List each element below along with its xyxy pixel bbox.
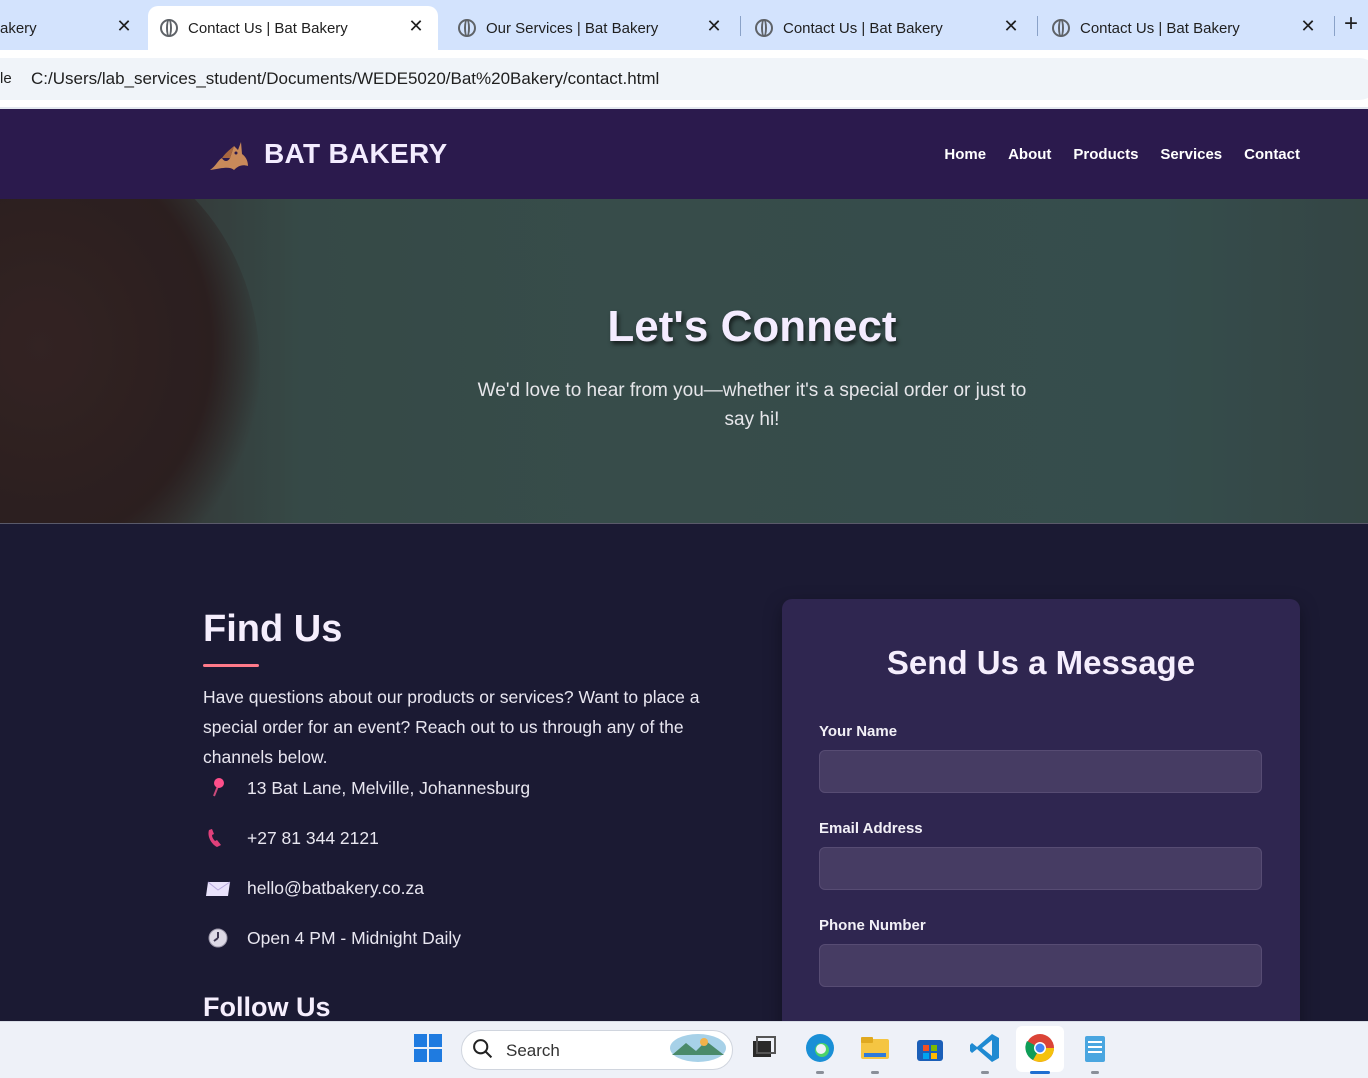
find-us-intro: Have questions about our products or ser… bbox=[203, 687, 700, 767]
follow-us-heading: Follow Us bbox=[203, 992, 331, 1022]
search-icon bbox=[473, 1039, 493, 1059]
clock-icon bbox=[208, 928, 228, 948]
close-icon[interactable]: ✕ bbox=[406, 16, 426, 37]
hero-overlay bbox=[0, 199, 1368, 524]
browser-tab[interactable]: akery ✕ bbox=[0, 6, 146, 50]
bat-icon[interactable] bbox=[208, 136, 250, 174]
new-tab-button[interactable]: + bbox=[1344, 10, 1368, 38]
running-indicator-active bbox=[1030, 1071, 1050, 1074]
close-icon[interactable]: ✕ bbox=[1298, 16, 1318, 37]
contact-email[interactable]: hello@batbakery.co.za bbox=[203, 876, 424, 900]
nav-contact[interactable]: Contact bbox=[1244, 146, 1300, 163]
heading-underline bbox=[203, 664, 259, 667]
tab-title: Contact Us | Bat Bakery bbox=[783, 19, 943, 37]
search-highlight-icon bbox=[670, 1034, 726, 1062]
name-label: Your Name bbox=[819, 723, 898, 740]
find-us-heading: Find Us bbox=[203, 608, 343, 650]
globe-icon bbox=[160, 19, 178, 37]
task-view-icon[interactable] bbox=[747, 1031, 781, 1065]
brand-name[interactable]: BAT BAKERY bbox=[264, 138, 447, 170]
phone-label: Phone Number bbox=[819, 917, 926, 934]
browser-tab[interactable]: Contact Us | Bat Bakery ✕ bbox=[743, 6, 1033, 50]
windows-start-icon[interactable] bbox=[411, 1031, 445, 1065]
tab-title: Contact Us | Bat Bakery bbox=[1080, 19, 1240, 37]
email-field[interactable] bbox=[819, 847, 1262, 890]
contact-phone-text[interactable]: +27 81 344 2121 bbox=[247, 828, 379, 849]
file-explorer-icon[interactable] bbox=[858, 1031, 892, 1065]
globe-icon bbox=[755, 19, 773, 37]
nav-home[interactable]: Home bbox=[944, 146, 986, 163]
globe-icon bbox=[458, 19, 476, 37]
store-icon[interactable] bbox=[913, 1031, 947, 1065]
globe-icon bbox=[1052, 19, 1070, 37]
running-indicator bbox=[871, 1071, 879, 1074]
tab-title: akery bbox=[0, 19, 37, 37]
close-icon[interactable]: ✕ bbox=[704, 16, 724, 37]
address-scheme-label: le bbox=[0, 70, 12, 87]
envelope-icon bbox=[206, 881, 231, 896]
vscode-icon[interactable] bbox=[968, 1031, 1002, 1065]
running-indicator bbox=[981, 1071, 989, 1074]
phone-icon bbox=[208, 829, 221, 847]
nav-products[interactable]: Products bbox=[1073, 146, 1138, 163]
tab-separator bbox=[740, 16, 741, 36]
chrome-icon[interactable] bbox=[1023, 1031, 1057, 1065]
running-indicator bbox=[1091, 1071, 1099, 1074]
divider bbox=[0, 523, 1368, 524]
tab-title: Our Services | Bat Bakery bbox=[486, 19, 659, 37]
hero-title: Let's Connect bbox=[607, 302, 897, 351]
browser-tab[interactable]: Contact Us | Bat Bakery ✕ bbox=[1040, 6, 1330, 50]
contact-email-text[interactable]: hello@batbakery.co.za bbox=[247, 878, 424, 899]
pin-icon bbox=[213, 778, 224, 797]
taskbar-search-placeholder: Search bbox=[506, 1041, 560, 1060]
tab-separator bbox=[1037, 16, 1038, 36]
phone-field[interactable] bbox=[819, 944, 1262, 987]
notepad-icon[interactable] bbox=[1078, 1031, 1112, 1065]
tab-title: Contact Us | Bat Bakery bbox=[188, 19, 348, 37]
nav-about[interactable]: About bbox=[1008, 146, 1051, 163]
contact-phone[interactable]: +27 81 344 2121 bbox=[203, 826, 379, 850]
main-nav: Home About Products Services Contact bbox=[944, 146, 1300, 163]
contact-hours: Open 4 PM - Midnight Daily bbox=[203, 926, 461, 950]
name-field[interactable] bbox=[819, 750, 1262, 793]
running-indicator bbox=[816, 1071, 824, 1074]
form-title: Send Us a Message bbox=[886, 644, 1196, 681]
hero-banner bbox=[0, 199, 1368, 524]
address-url[interactable]: C:/Users/lab_services_student/Documents/… bbox=[31, 69, 659, 89]
tab-separator bbox=[1334, 16, 1335, 36]
hero-subtitle: We'd love to hear from you—whether it's … bbox=[477, 380, 1027, 430]
email-label: Email Address bbox=[819, 820, 923, 837]
close-icon[interactable]: ✕ bbox=[1001, 16, 1021, 37]
contact-hours-text: Open 4 PM - Midnight Daily bbox=[247, 927, 461, 948]
browser-tab[interactable]: Our Services | Bat Bakery ✕ bbox=[446, 6, 736, 50]
contact-address-text: 13 Bat Lane, Melville, Johannesburg bbox=[247, 777, 531, 798]
nav-services[interactable]: Services bbox=[1160, 146, 1222, 163]
browser-tab-active[interactable]: Contact Us | Bat Bakery ✕ bbox=[148, 6, 438, 50]
contact-address: 13 Bat Lane, Melville, Johannesburg bbox=[203, 776, 530, 800]
close-icon[interactable]: ✕ bbox=[114, 16, 134, 37]
edge-browser-icon[interactable] bbox=[803, 1031, 837, 1065]
